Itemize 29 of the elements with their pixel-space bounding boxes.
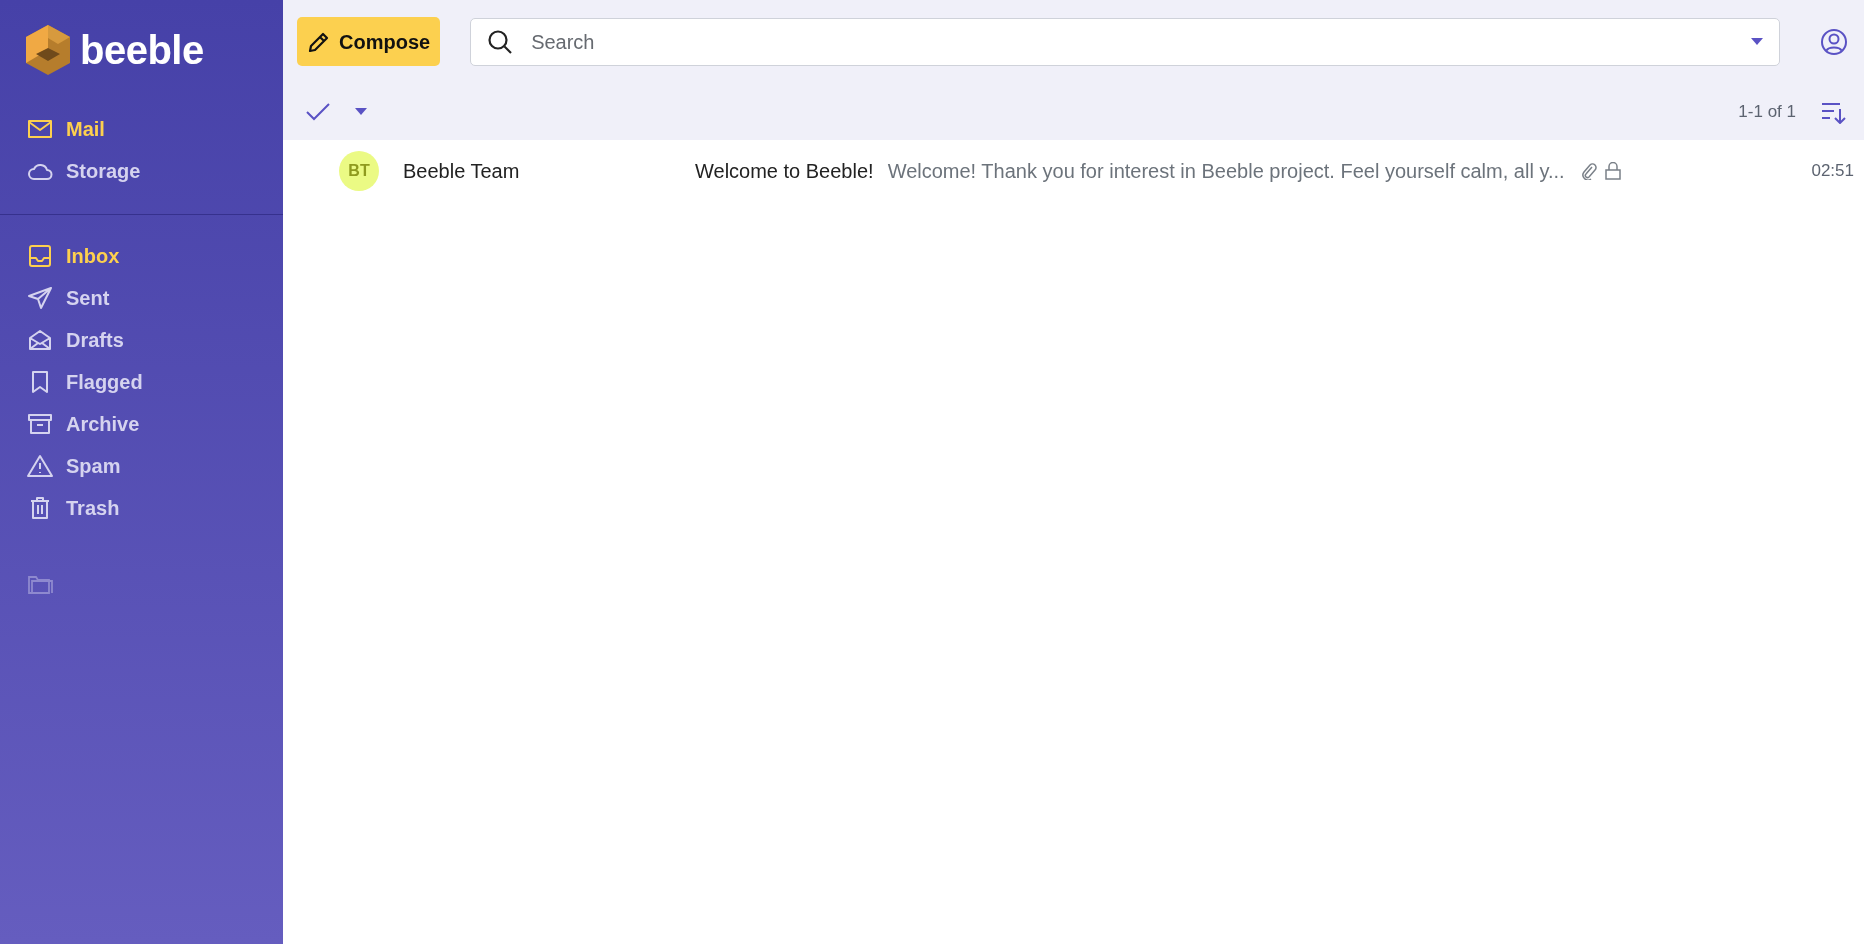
sidebar-item[interactable]: Flagged — [0, 361, 143, 403]
sidebar-item[interactable]: Drafts — [0, 319, 124, 361]
caret-icon[interactable] — [355, 107, 367, 116]
paper-plane-icon — [26, 284, 54, 312]
message-preview: Welcome! Thank you for interest in Beeble project. Feel yourself calm, all y... — [887, 159, 1565, 184]
warning-icon — [26, 452, 54, 480]
message-row[interactable]: BT Beeble Team Welcome to Beeble! Welcome! Thank you for interest in Beeble project. Feel yourself calm, all y... 02:51 — [283, 140, 1864, 202]
caret-icon[interactable] — [1751, 37, 1763, 46]
avatar: BT — [339, 151, 379, 191]
compose-button[interactable]: Compose — [297, 17, 441, 66]
sidebar-item[interactable]: Archive — [0, 403, 140, 445]
sidebar-item[interactable]: Inbox — [0, 235, 120, 277]
cube-logo-icon — [24, 24, 72, 76]
search-icon — [487, 28, 514, 55]
page-count: 1-1 of 1 — [1738, 100, 1796, 123]
check-icon[interactable] — [305, 101, 331, 122]
sidebar-item[interactable]: Mail — [0, 108, 105, 150]
sender-name: Beeble Team — [403, 159, 521, 184]
inbox-tray-icon — [26, 242, 54, 270]
message-time: 02:51 — [1811, 160, 1854, 183]
user-icon[interactable] — [1820, 27, 1848, 56]
sidebar-item[interactable]: Trash — [0, 487, 120, 529]
search-field[interactable]: Search — [470, 17, 1780, 66]
search-input[interactable]: Search — [529, 25, 1735, 58]
sidebar-item[interactable]: Spam — [0, 445, 121, 487]
sidebar-item[interactable]: Sent — [0, 277, 110, 319]
subject: Welcome to Beeble! — [695, 159, 874, 184]
app-name: beeble — [80, 27, 204, 74]
sidebar-item[interactable]: Storage — [0, 150, 141, 192]
